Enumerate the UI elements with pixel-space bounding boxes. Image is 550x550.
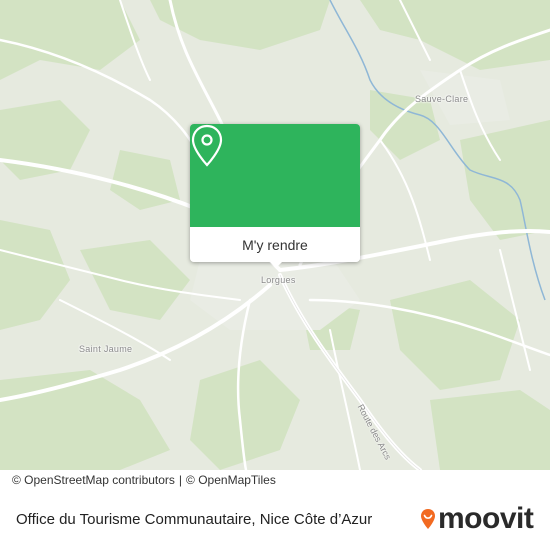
place-label-sauve-clare: Sauve-Clare	[415, 94, 469, 104]
popup-header	[190, 124, 360, 227]
map-attribution: © OpenStreetMap contributors | © OpenMap…	[0, 470, 550, 490]
popup-pointer	[269, 261, 283, 268]
moovit-logo[interactable]: moovit	[420, 502, 534, 535]
moovit-wordmark: moovit	[438, 502, 534, 535]
location-pin-icon	[191, 124, 223, 167]
attribution-separator: |	[178, 473, 183, 487]
place-label-saint-jaume: Saint Jaume	[79, 344, 133, 354]
moovit-pin-icon	[421, 509, 435, 529]
openmaptiles-attribution-link[interactable]: © OpenMapTiles	[186, 473, 276, 487]
map-view[interactable]: Lorgues Sauve-Clare Saint Jaume Route de…	[0, 0, 550, 470]
place-label-lorgues: Lorgues	[261, 275, 296, 285]
osm-attribution-link[interactable]: © OpenStreetMap contributors	[12, 473, 175, 487]
destination-title: Office du Tourisme Communautaire, Nice C…	[16, 511, 373, 528]
directions-button[interactable]: M'y rendre	[190, 227, 360, 262]
destination-popup: M'y rendre	[190, 124, 360, 262]
